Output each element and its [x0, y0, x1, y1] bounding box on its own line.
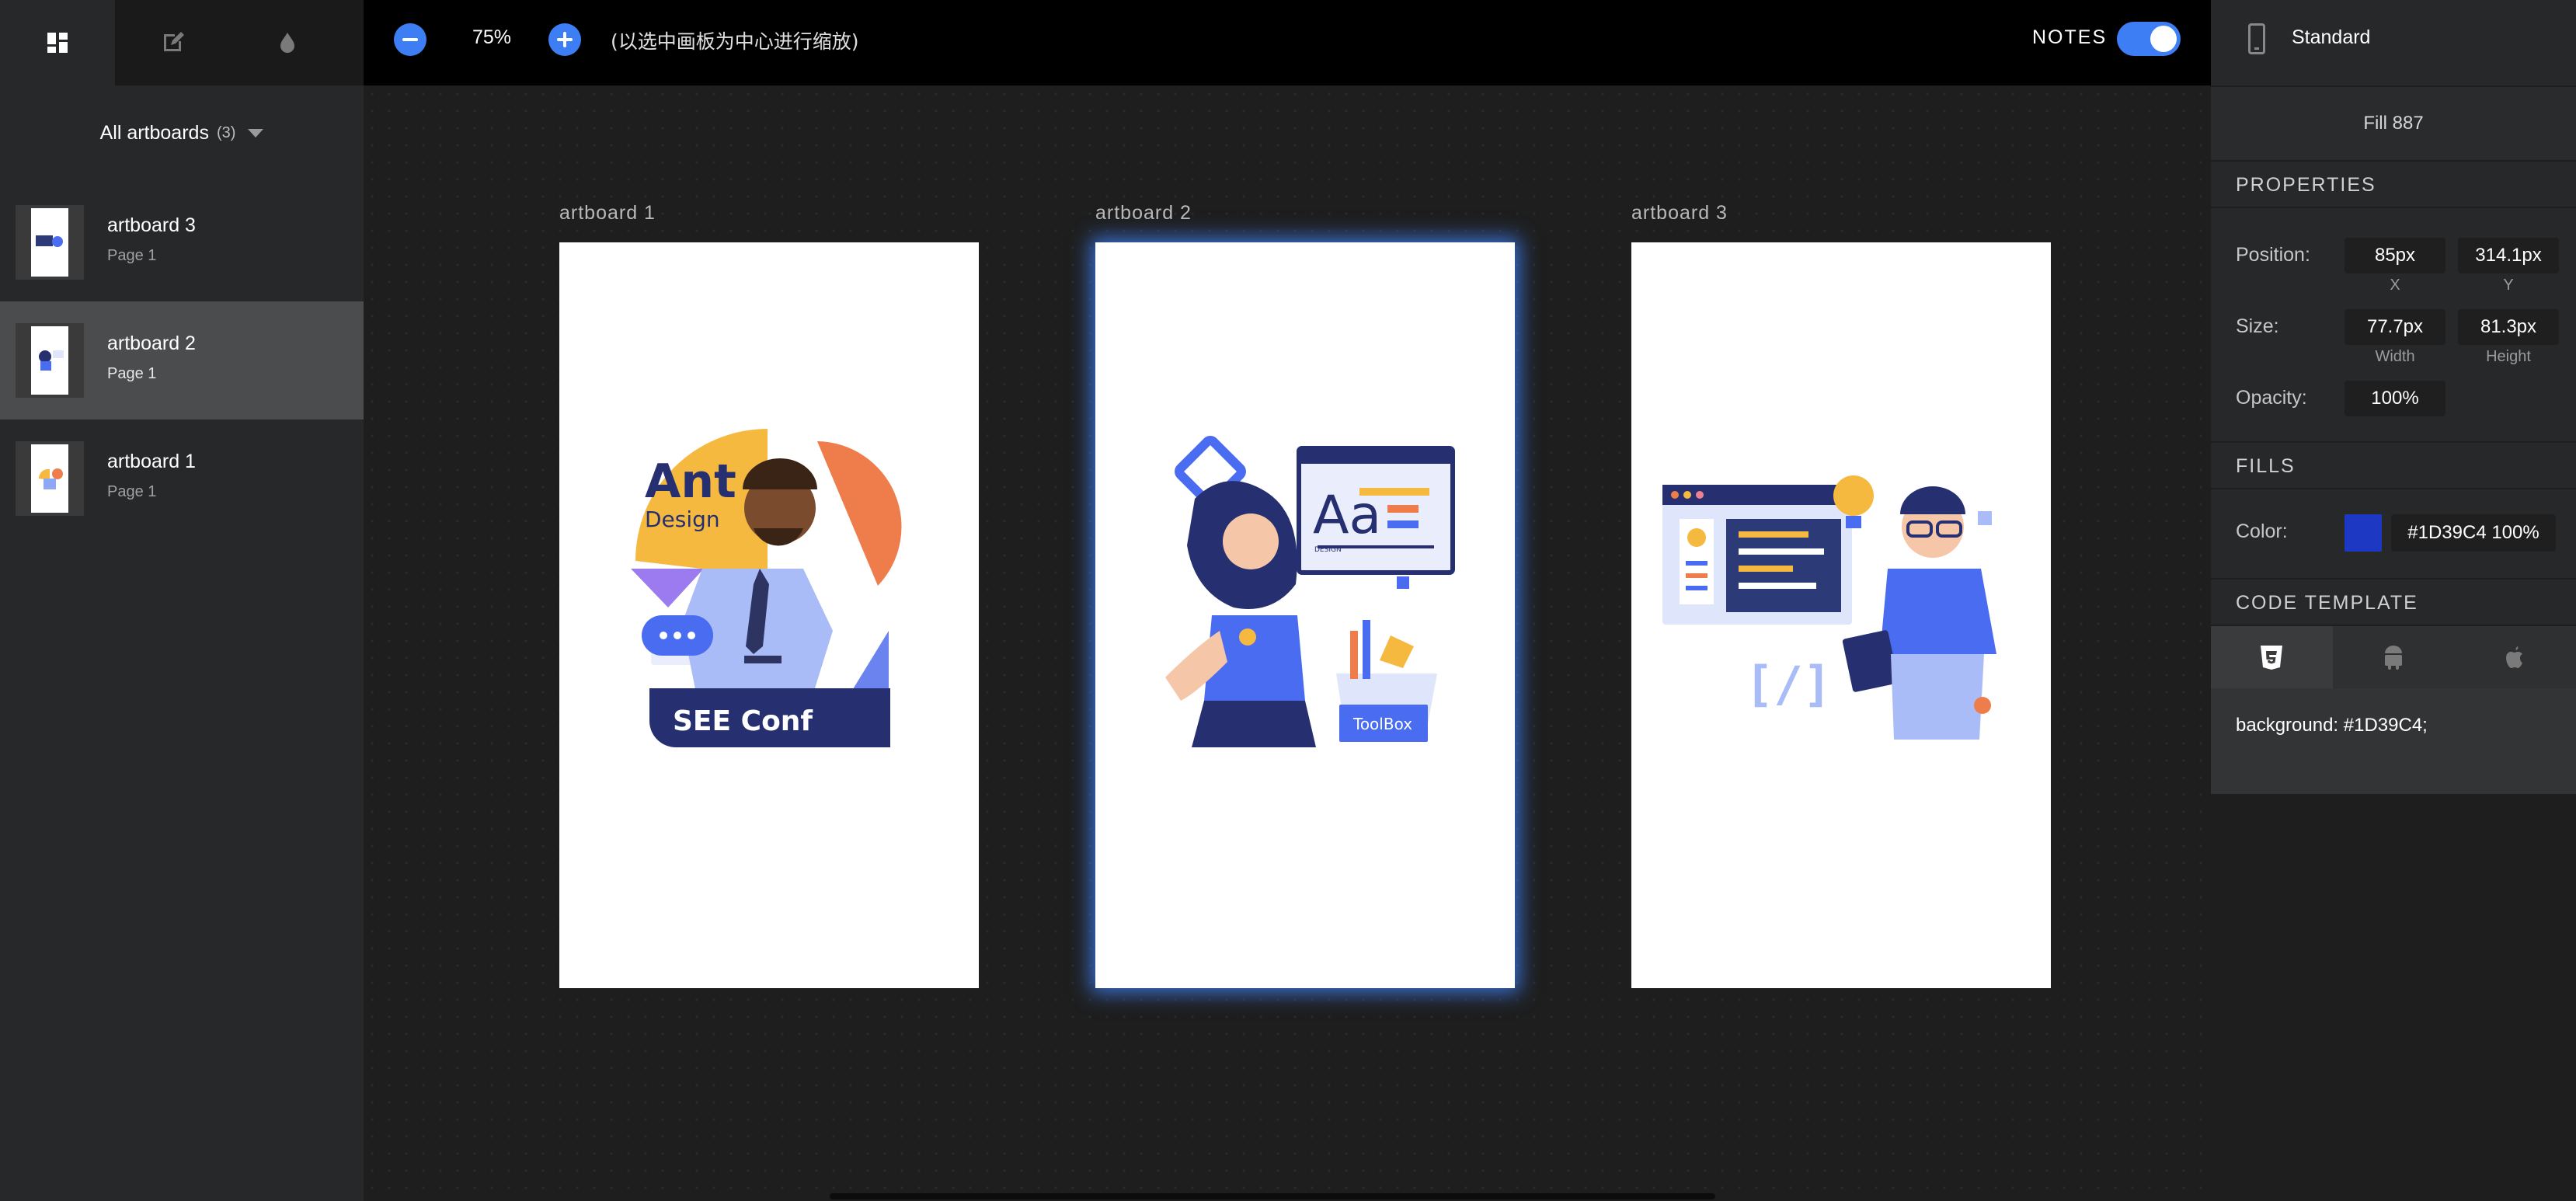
color-label: Color:	[2236, 520, 2288, 542]
phone-icon	[2248, 23, 2265, 54]
apple-icon	[2505, 646, 2522, 668]
layer-name-bar: Fill 887	[2211, 85, 2576, 160]
tab-css[interactable]	[2211, 626, 2333, 688]
caret-down-icon	[248, 128, 264, 138]
tab-annotate[interactable]	[115, 0, 230, 85]
zoom-level: 75%	[472, 26, 512, 48]
code-output[interactable]: background: #1D39C4;	[2211, 688, 2576, 794]
artboard-name: artboard 1	[107, 451, 196, 472]
artboard-title: artboard 2	[1095, 202, 1192, 224]
artboards-icon	[47, 33, 68, 53]
position-y-field[interactable]: 314.1px	[2458, 238, 2559, 273]
artboard-thumbnail	[16, 441, 84, 516]
code-template-heading: CODE TEMPLATE	[2236, 592, 2418, 614]
width-caption: Width	[2375, 348, 2415, 365]
code-template-header: CODE TEMPLATE	[2211, 578, 2576, 625]
artboard-thumbnail	[16, 205, 84, 280]
android-icon	[2385, 646, 2402, 670]
ant-design-illustration: Ant Design SEE Conf	[631, 429, 902, 747]
fills-header: FILLS	[2211, 441, 2576, 488]
artboard-list: artboard 3 Page 1 artboard 2 Page 1 artb…	[0, 183, 364, 538]
css3-icon	[2261, 646, 2283, 670]
notes-label: NOTES	[2032, 26, 2108, 48]
properties-heading: PROPERTIES	[2236, 174, 2376, 196]
artboard-filter-dropdown[interactable]: All artboards (3)	[0, 85, 364, 180]
developer-illustration: [/]	[1662, 475, 1996, 740]
artboard-name: artboard 3	[107, 214, 196, 236]
position-x-field[interactable]: 85px	[2345, 238, 2445, 273]
opacity-label: Opacity:	[2236, 387, 2307, 409]
inspector-panel: Standard Fill 887 PROPERTIES Position: 8…	[2211, 0, 2576, 1201]
tab-colors[interactable]	[230, 0, 345, 85]
tab-android[interactable]	[2333, 626, 2455, 688]
tab-artboards[interactable]	[0, 0, 115, 85]
layer-name: Fill 887	[2363, 113, 2424, 134]
artboard-page: Page 1	[107, 483, 157, 500]
fills-section: Color: #1D39C4 100%	[2211, 488, 2576, 578]
artboard-list-item-3[interactable]: artboard 3 Page 1	[0, 183, 364, 301]
zoom-hint: (以选中画板为中心进行缩放)	[611, 30, 859, 53]
tab-ios[interactable]	[2454, 626, 2576, 688]
ant-logo-text: Ant	[645, 454, 736, 509]
width-field[interactable]: 77.7px	[2345, 309, 2445, 345]
sidebar-tabs	[0, 0, 364, 85]
fills-heading: FILLS	[2236, 455, 2296, 477]
artboard-count: (3)	[216, 124, 236, 141]
artboard-1[interactable]: Ant Design SEE Conf	[559, 242, 979, 988]
opacity-field[interactable]: 100%	[2345, 381, 2445, 416]
artboard-title: artboard 3	[1631, 202, 1728, 224]
artboard-2[interactable]: Aa DESIGN ToolBox	[1095, 242, 1515, 988]
y-caption: Y	[2503, 277, 2514, 294]
canvas[interactable]: artboard 1 Ant Design SEE Conf artboard …	[364, 85, 2211, 1201]
annotate-icon	[164, 32, 184, 51]
design-caption-text: DESIGN	[1314, 546, 1342, 554]
height-field[interactable]: 81.3px	[2458, 309, 2559, 345]
device-selector[interactable]: Standard	[2211, 0, 2576, 85]
zoom-in-button[interactable]	[548, 23, 581, 56]
artboard-name: artboard 2	[107, 332, 196, 354]
banner-text: SEE Conf	[673, 705, 813, 737]
artboard-page: Page 1	[107, 365, 157, 382]
zoom-out-button[interactable]	[394, 23, 426, 56]
color-drop-icon	[280, 33, 294, 53]
color-value-field[interactable]: #1D39C4 100%	[2391, 514, 2556, 552]
code-glyph-text: [/]	[1745, 656, 1832, 712]
left-sidebar: All artboards (3) artboard 3 Page 1 artb…	[0, 0, 364, 1201]
color-swatch[interactable]	[2345, 514, 2382, 552]
toolbox-label: ToolBox	[1352, 715, 1412, 733]
x-caption: X	[2390, 277, 2400, 294]
height-caption: Height	[2486, 348, 2531, 365]
artboard-title: artboard 1	[559, 202, 656, 224]
ant-logo-subtext: Design	[645, 507, 720, 532]
toggle-knob	[2150, 26, 2177, 52]
top-toolbar: 75% (以选中画板为中心进行缩放) NOTES	[364, 0, 2211, 85]
artboard-list-item-2[interactable]: artboard 2 Page 1	[0, 301, 364, 419]
filter-label: All artboards	[99, 121, 209, 144]
artboard-page: Page 1	[107, 247, 157, 264]
type-specimen-text: Aa	[1313, 485, 1381, 546]
position-label: Position:	[2236, 244, 2310, 266]
designer-toolbox-illustration: Aa DESIGN ToolBox	[1165, 436, 1455, 747]
minus-icon	[402, 38, 418, 41]
artboard-list-item-1[interactable]: artboard 1 Page 1	[0, 419, 364, 538]
code-text: background: #1D39C4;	[2236, 715, 2428, 736]
horizontal-scrollbar[interactable]	[830, 1193, 1715, 1199]
properties-section: Position: 85px 314.1px X Y Size: 77.7px …	[2211, 207, 2576, 441]
notes-toggle[interactable]	[2117, 22, 2181, 56]
artboard-3[interactable]: [/]	[1631, 242, 2051, 988]
device-name: Standard	[2292, 26, 2371, 48]
size-label: Size:	[2236, 315, 2279, 337]
code-template-tabs	[2211, 626, 2576, 688]
properties-header: PROPERTIES	[2211, 160, 2576, 207]
artboard-thumbnail	[16, 323, 84, 398]
